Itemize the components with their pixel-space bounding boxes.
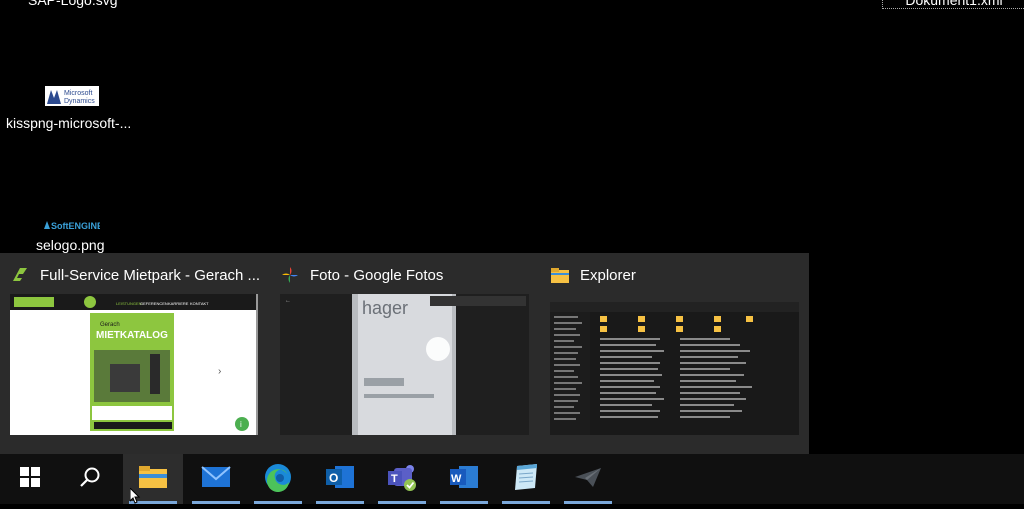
svg-text:SoftENGINE: SoftENGINE [51, 221, 100, 231]
preview-thumbnail: LEISTUNGEN GEFERENCEN KARRIERE KONTAKT G… [10, 294, 258, 435]
desktop-icon-label: selogo.png [36, 237, 105, 253]
file-explorer-icon [138, 464, 168, 495]
outlook-icon: O [325, 463, 355, 496]
search-icon [79, 466, 101, 493]
svg-text:KONTAKT: KONTAKT [190, 301, 209, 306]
desktop-icon-sap-logo[interactable]: SAP-Logo.svg [28, 0, 118, 8]
svg-text:i: i [240, 420, 242, 429]
preview-title: Foto - Google Fotos [280, 265, 443, 285]
mail-icon [201, 465, 231, 494]
start-button[interactable] [0, 454, 60, 504]
taskbar-send[interactable] [558, 454, 618, 504]
mouse-cursor [129, 486, 141, 509]
microsoft-dynamics-logo: Microsoft Dynamics [45, 86, 99, 106]
preview-thumbnail: hager ← [280, 294, 529, 435]
softengine-logo: SoftENGINE [44, 218, 103, 231]
preview-explorer[interactable]: Explorer [540, 253, 809, 454]
send-icon [573, 465, 603, 494]
svg-text:Gerach: Gerach [100, 322, 120, 328]
svg-text:T: T [391, 473, 398, 485]
taskbar-edge[interactable] [248, 454, 308, 504]
taskbar-preview-strip: Full-Service Mietpark - Gerach ... LEIST… [0, 253, 809, 454]
desktop-icon-dokument1[interactable]: Dokument1.xml [882, 0, 1024, 9]
svg-text:Microsoft: Microsoft [64, 90, 92, 97]
taskbar-teams[interactable]: T [372, 454, 432, 504]
svg-text:W: W [451, 473, 462, 485]
preview-title: Full-Service Mietpark - Gerach ... [10, 265, 260, 285]
svg-text:GEFERENCEN: GEFERENCEN [140, 301, 168, 306]
svg-text:KARRIERE: KARRIERE [168, 301, 189, 306]
taskbar-mail[interactable] [186, 454, 246, 504]
svg-text:Dynamics: Dynamics [64, 98, 95, 105]
svg-text:←: ← [285, 298, 291, 304]
preview-gerach[interactable]: Full-Service Mietpark - Gerach ... LEIST… [0, 253, 270, 454]
search-button[interactable] [60, 454, 120, 504]
preview-title-text: Foto - Google Fotos [310, 266, 444, 284]
desktop-icon-label: SAP-Logo.svg [28, 0, 118, 8]
gerach-icon [10, 265, 30, 285]
preview-title: Explorer [550, 265, 636, 285]
preview-title-text: Full-Service Mietpark - Gerach ... [40, 266, 261, 284]
desktop-icon-label: Dokument1.xml [905, 0, 1003, 8]
svg-text:›: › [218, 366, 221, 377]
svg-text:hager: hager [362, 298, 408, 318]
taskbar-notepad[interactable] [496, 454, 556, 504]
start-icon [19, 466, 41, 493]
edge-icon [263, 462, 293, 497]
taskbar-outlook[interactable]: O [310, 454, 370, 504]
taskbar-word[interactable]: W [434, 454, 494, 504]
svg-text:O: O [329, 471, 338, 485]
teams-icon: T [386, 462, 418, 497]
preview-title-text: Explorer [580, 266, 636, 284]
google-photos-icon [280, 265, 300, 285]
taskbar: O T W [0, 454, 1024, 504]
desktop-icon-label: kisspng-microsoft-... [6, 115, 132, 131]
word-icon: W [449, 463, 479, 496]
preview-thumbnail [550, 294, 799, 435]
notepad-icon [511, 462, 541, 497]
preview-google-fotos[interactable]: Foto - Google Fotos hager ← [270, 253, 540, 454]
folder-icon [550, 265, 570, 285]
svg-text:MIETKATALOG: MIETKATALOG [96, 330, 168, 341]
svg-text:LEISTUNGEN: LEISTUNGEN [116, 301, 142, 306]
